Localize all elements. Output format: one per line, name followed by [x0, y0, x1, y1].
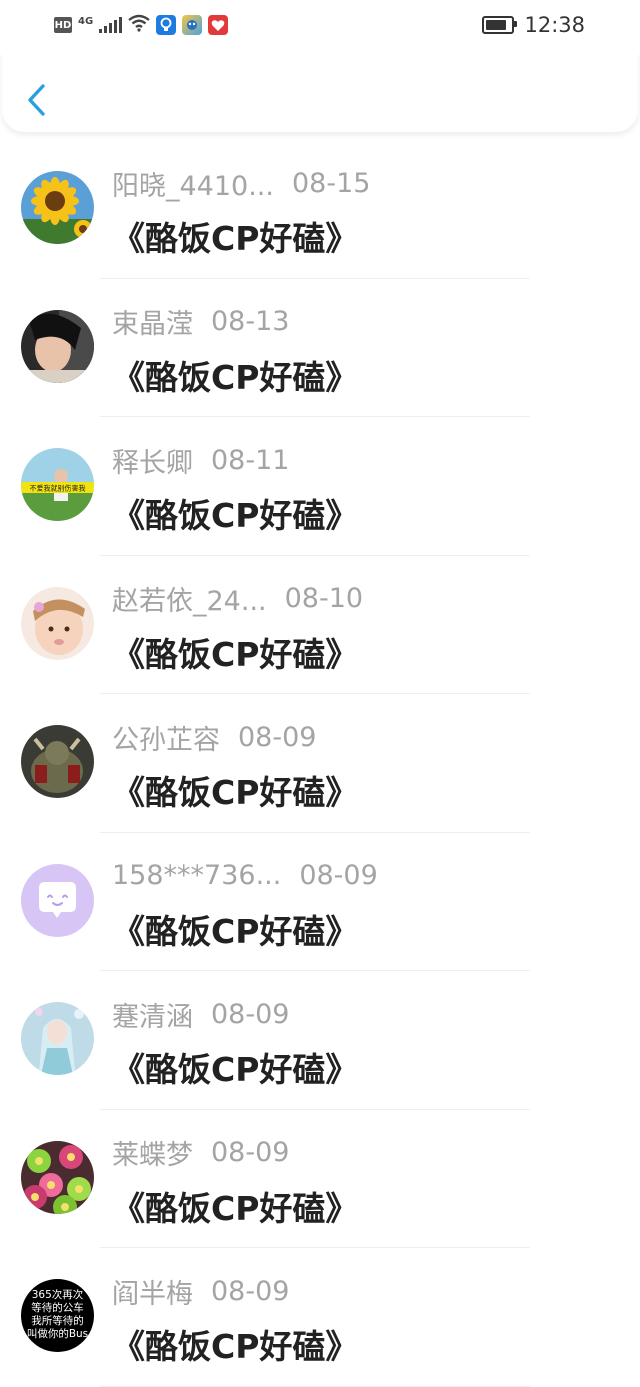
user-name[interactable]: 莱蝶梦: [112, 1133, 193, 1172]
avatar-image: [21, 1140, 94, 1214]
list-item[interactable]: 365次再次 等待的公车 我所等待的 叫做你的Bus 阎半梅 08-09 《酪饭CP好…: [0, 1248, 640, 1387]
user-name[interactable]: 束晶滢: [112, 302, 193, 341]
avatar-image: 365次再次等待的公车我所等待的叫做你的Bus: [21, 1279, 94, 1352]
avatar[interactable]: [21, 725, 94, 798]
svg-text:叫做你的Bus: 叫做你的Bus: [27, 1327, 88, 1340]
avatar[interactable]: [21, 586, 94, 660]
item-title[interactable]: 《酪饭CP好磕》: [112, 1043, 358, 1091]
item-meta: 公孙芷容 08-09: [112, 718, 317, 757]
back-button[interactable]: [24, 82, 54, 118]
post-date: 08-15: [291, 167, 371, 199]
item-title[interactable]: 《酪饭CP好磕》: [112, 351, 358, 399]
svg-text:不爱我就别伤害我: 不爱我就别伤害我: [30, 484, 86, 493]
list-item[interactable]: 阳晓_4410... 08-15 《酪饭CP好磕》: [0, 140, 640, 279]
post-date: 08-13: [211, 306, 290, 337]
network-type: 4G: [78, 15, 94, 27]
list-item[interactable]: 不爱我就别伤害我 释长卿 08-11 《酪饭CP好磕》: [0, 417, 640, 556]
svg-text:我所等待的: 我所等待的: [31, 1314, 84, 1327]
post-date: 08-09: [211, 1275, 290, 1307]
post-date: 08-09: [211, 998, 290, 1030]
user-name[interactable]: 蹇清涵: [112, 995, 193, 1034]
item-meta: 束晶滢 08-13: [112, 302, 290, 341]
battery-icon: [482, 16, 518, 34]
post-date: 08-09: [238, 721, 317, 753]
post-date: 08-10: [284, 583, 364, 614]
bulb-app-icon: [156, 15, 177, 35]
avatar-image: [21, 725, 94, 798]
signal-icon: [99, 17, 123, 33]
post-date: 08-09: [299, 860, 378, 891]
post-date: 08-09: [211, 1137, 290, 1168]
item-meta: 158***736... 08-09: [112, 859, 378, 893]
avatar-image: [21, 586, 94, 660]
svg-text:365次再次: 365次再次: [32, 1288, 84, 1301]
comment-list: 阳晓_4410... 08-15 《酪饭CP好磕》 束晶滢 08-13 《酪饭C…: [0, 140, 640, 1387]
user-name[interactable]: 阳晓_4410...: [112, 164, 274, 203]
avatar-image: [21, 171, 94, 244]
avatar[interactable]: [21, 1140, 94, 1214]
list-item[interactable]: 莱蝶梦 08-09 《酪饭CP好磕》: [0, 1110, 640, 1248]
heart-app-icon: [208, 15, 229, 35]
user-name[interactable]: 阎半梅: [112, 1272, 193, 1311]
user-name[interactable]: 公孙芷容: [112, 718, 220, 757]
svg-text:等待的公车: 等待的公车: [31, 1301, 84, 1314]
user-name[interactable]: 赵若依_24...: [112, 579, 267, 618]
avatar[interactable]: [21, 309, 94, 383]
post-date: 08-11: [211, 444, 290, 476]
item-meta: 蹇清涵 08-09: [112, 995, 290, 1034]
avatar-image: [21, 1002, 94, 1075]
user-name[interactable]: 158***736...: [112, 860, 281, 891]
list-item[interactable]: 公孙芷容 08-09 《酪饭CP好磕》: [0, 694, 640, 833]
item-title[interactable]: 《酪饭CP好磕》: [112, 212, 358, 260]
avatar-image: 不爱我就别伤害我: [21, 448, 94, 521]
avatar[interactable]: 不爱我就别伤害我: [21, 448, 94, 521]
item-meta: 阳晓_4410... 08-15: [112, 164, 371, 203]
item-title[interactable]: 《酪饭CP好磕》: [112, 628, 358, 676]
item-meta: 莱蝶梦 08-09: [112, 1133, 290, 1172]
avatar[interactable]: [21, 171, 94, 244]
list-item[interactable]: 158***736... 08-09 《酪饭CP好磕》: [0, 833, 640, 971]
divider: [100, 1385, 530, 1387]
list-item[interactable]: 蹇清涵 08-09 《酪饭CP好磕》: [0, 971, 640, 1110]
header: [2, 52, 638, 132]
list-item[interactable]: 赵若依_24... 08-10 《酪饭CP好磕》: [0, 556, 640, 694]
list-item[interactable]: 束晶滢 08-13 《酪饭CP好磕》: [0, 279, 640, 417]
wifi-icon: [128, 14, 150, 36]
avatar-image: [21, 309, 94, 383]
item-meta: 赵若依_24... 08-10: [112, 579, 364, 618]
user-name[interactable]: 释长卿: [112, 441, 193, 480]
avatar-image: [21, 863, 94, 937]
item-meta: 阎半梅 08-09: [112, 1272, 290, 1311]
item-meta: 释长卿 08-11: [112, 441, 290, 480]
avatar[interactable]: 365次再次 等待的公车 我所等待的 叫做你的Bus: [21, 1279, 94, 1352]
item-title[interactable]: 《酪饭CP好磕》: [112, 489, 358, 537]
item-title[interactable]: 《酪饭CP好磕》: [112, 766, 358, 814]
avatar[interactable]: [21, 1002, 94, 1075]
chevron-left-icon: [28, 84, 45, 116]
status-bar: HD 4G 12:38: [0, 0, 640, 52]
clock: 12:38: [524, 13, 585, 37]
avatar[interactable]: [21, 863, 94, 937]
game-app-icon: [182, 15, 203, 35]
item-title[interactable]: 《酪饭CP好磕》: [112, 1320, 358, 1368]
item-title[interactable]: 《酪饭CP好磕》: [112, 905, 358, 953]
item-title[interactable]: 《酪饭CP好磕》: [112, 1182, 358, 1230]
hd-icon: HD: [54, 17, 72, 33]
